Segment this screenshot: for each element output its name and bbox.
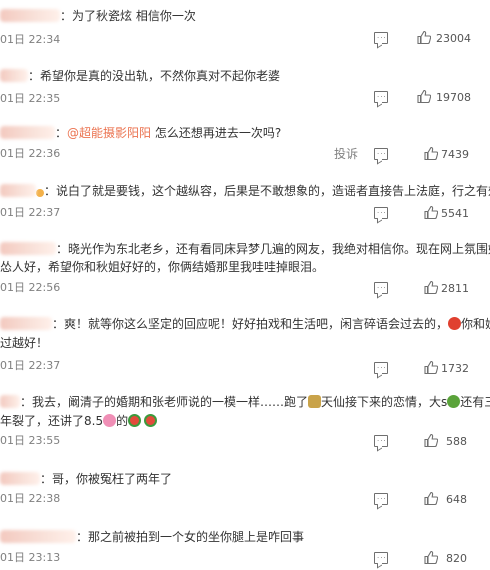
comment-date: 01日 22:37 <box>0 206 61 219</box>
thumbs-up-icon[interactable] <box>424 492 438 505</box>
flower-emoji-icon <box>103 414 117 427</box>
emoji-icon <box>448 317 462 330</box>
comment-item: ：哥，你被冤枉了两年了 01日 22:38 ··· 648 <box>0 466 490 516</box>
thumbs-up-icon[interactable] <box>424 281 438 294</box>
username-blurred[interactable] <box>0 69 28 82</box>
comment-item: ：爽！就等你这么坚定的回应呢！好好拍戏和生活吧，闲言碎语会过去的，你和姐 过越好… <box>0 310 490 380</box>
report-button[interactable]: 投诉 <box>334 145 358 162</box>
emoji-icon <box>308 395 322 408</box>
like-count: 23004 <box>436 32 471 45</box>
thumbs-up-icon[interactable] <box>424 147 438 160</box>
comment-text: ：希望你是真的没出轨，不然你真对不起你老婆 <box>0 68 280 84</box>
snake-emoji-icon <box>447 395 461 408</box>
thumbs-up-icon[interactable] <box>417 31 431 44</box>
comment-icon[interactable]: ··· <box>374 435 388 447</box>
comment-item: ：我去，阚清子的婚期和张老师说的一模一样……跑了天仙接下来的恋情，大s还有三 年… <box>0 388 490 458</box>
comment-icon[interactable]: ··· <box>374 282 388 294</box>
username-blurred[interactable] <box>0 9 60 22</box>
comment-icon[interactable]: ··· <box>374 493 388 505</box>
like-count: 7439 <box>441 148 469 161</box>
comment-text: ：那之前被拍到一个女的坐你腿上是咋回事 <box>0 529 304 545</box>
thumbs-up-icon[interactable] <box>424 361 438 374</box>
comment-icon[interactable]: ··· <box>374 148 388 160</box>
comment-icon[interactable]: ··· <box>374 552 388 564</box>
comment-text-line2: 年裂了，还讲了8.5 的 <box>0 413 158 429</box>
like-count: 19708 <box>436 91 471 104</box>
username-blurred[interactable] <box>0 126 55 139</box>
like-count: 5541 <box>441 207 469 220</box>
comment-text: ：我去，阚清子的婚期和张老师说的一模一样……跑了天仙接下来的恋情，大s还有三 <box>0 394 490 410</box>
like-count: 820 <box>446 552 467 565</box>
comment-icon[interactable]: ··· <box>374 362 388 374</box>
comment-date: 01日 22:37 <box>0 359 61 372</box>
comment-date: 01日 22:35 <box>0 92 61 105</box>
comment-item: ：@超能摄影阳阳 怎么还想再进去一次吗? 01日 22:36 投诉 ··· 74… <box>0 120 490 170</box>
comment-date: 01日 22:36 <box>0 147 61 160</box>
comment-date: 01日 23:55 <box>0 434 61 447</box>
comment-date: 01日 22:56 <box>0 281 61 294</box>
comment-text: ：说白了就是要钱，这个越纵容，后果是不敢想象的，造谣者直接告上法庭，行之有效 <box>0 183 490 199</box>
comment-text: ：爽！就等你这么坚定的回应呢！好好拍戏和生活吧，闲言碎语会过去的，你和姐 <box>0 316 490 332</box>
comment-item: ：说白了就是要钱，这个越纵容，后果是不敢想象的，造谣者直接告上法庭，行之有效 0… <box>0 180 490 230</box>
comment-item: ：晓光作为东北老乡，还有看同床异梦几遍的网友，我绝对相信你。现在网上氛围好奇 怂… <box>0 236 490 302</box>
mention-link[interactable]: @超能摄影阳阳 <box>67 126 151 140</box>
comment-item: ：希望你是真的没出轨，不然你真对不起你老婆 01日 22:35 ··· 1970… <box>0 60 490 110</box>
username-blurred[interactable] <box>0 317 52 330</box>
thumbs-up-icon[interactable] <box>424 206 438 219</box>
avatar-badge <box>36 189 44 197</box>
comment-text: ：为了秋瓷炫 相信你一次 <box>0 8 196 24</box>
comment-text-line2: 怂人好，希望你和秋姐好好的，你俩结婚那里我哇哇掉眼泪。 <box>0 260 325 274</box>
comment-text: ：@超能摄影阳阳 怎么还想再进去一次吗? <box>0 125 281 141</box>
like-count: 1732 <box>441 362 469 375</box>
watermelon-emoji-icon <box>128 414 142 427</box>
like-count: 648 <box>446 493 467 506</box>
thumbs-up-icon[interactable] <box>424 551 438 564</box>
comment-icon[interactable]: ··· <box>374 32 388 44</box>
username-blurred[interactable] <box>0 242 56 255</box>
comment-date: 01日 22:38 <box>0 492 61 505</box>
comment-item: ：为了秋瓷炫 相信你一次 01日 22:34 ··· 23004 <box>0 0 490 50</box>
username-blurred[interactable] <box>0 184 36 197</box>
username-blurred[interactable] <box>0 395 20 408</box>
comment-date: 01日 22:34 <box>0 33 61 46</box>
username-blurred[interactable] <box>0 472 40 485</box>
watermelon-emoji-icon <box>144 414 158 427</box>
thumbs-up-icon[interactable] <box>424 434 438 447</box>
like-count: 2811 <box>441 282 469 295</box>
comment-item: ：那之前被拍到一个女的坐你腿上是咋回事 01日 23:13 ··· 820 <box>0 523 490 570</box>
comment-icon[interactable]: ··· <box>374 207 388 219</box>
like-count: 588 <box>446 435 467 448</box>
comment-text-line2: 过越好！ <box>0 336 49 350</box>
comment-icon[interactable]: ··· <box>374 91 388 103</box>
thumbs-up-icon[interactable] <box>417 90 431 103</box>
username-blurred[interactable] <box>0 530 76 543</box>
comment-date: 01日 23:13 <box>0 551 61 564</box>
comment-text: ：晓光作为东北老乡，还有看同床异梦几遍的网友，我绝对相信你。现在网上氛围好奇 <box>0 241 490 257</box>
comment-text: ：哥，你被冤枉了两年了 <box>0 471 172 487</box>
